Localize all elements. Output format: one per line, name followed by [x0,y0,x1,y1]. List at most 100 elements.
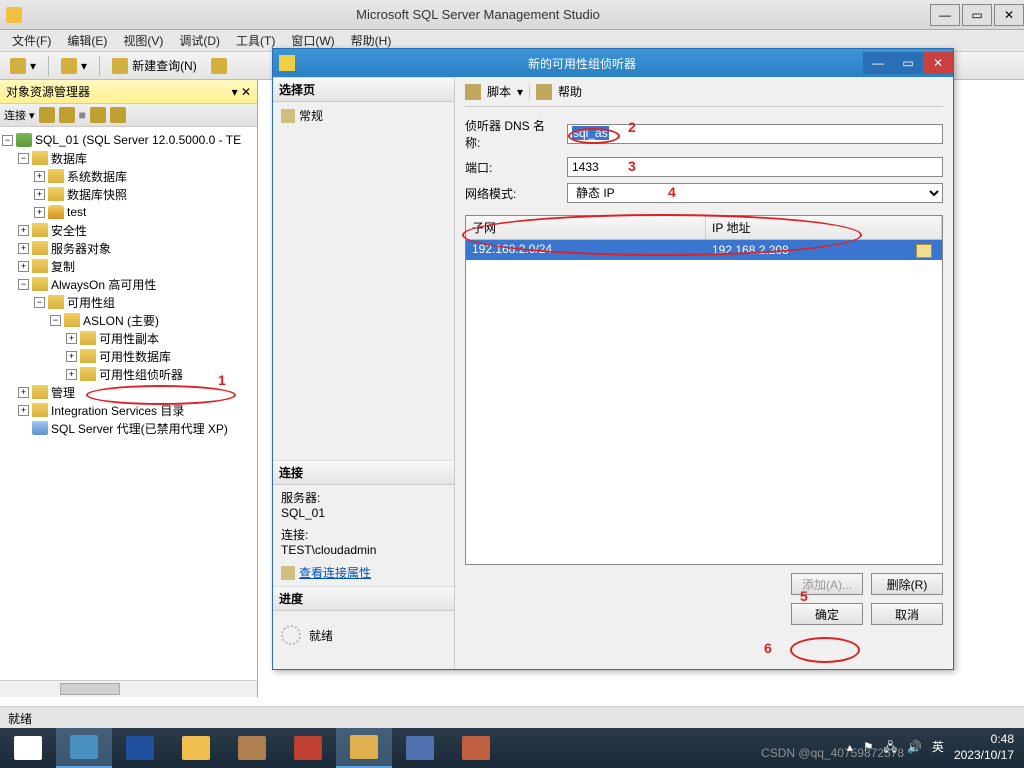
port-label: 端口: [465,159,559,176]
remove-button[interactable]: 删除(R) [871,573,943,595]
expand-icon[interactable]: − [2,135,13,146]
page-icon [281,109,295,123]
tree-replication[interactable]: 复制 [51,258,75,275]
tray-time[interactable]: 0:48 [954,732,1014,748]
script-button[interactable]: 脚本 [487,83,511,100]
taskbar-config[interactable] [224,728,280,768]
tray-date[interactable]: 2023/10/17 [954,748,1014,764]
panel-close-icon[interactable]: ✕ [241,85,251,99]
network-mode-select[interactable]: 静态 IP [567,183,943,203]
menu-debug[interactable]: 调试(D) [171,30,228,51]
dialog-close-button[interactable]: ✕ [923,52,953,74]
menu-view[interactable]: 视图(V) [115,30,171,51]
toolbar-forward[interactable]: ▾ [55,56,93,76]
status-ready: 就绪 [8,712,32,726]
expand-icon[interactable]: + [34,207,45,218]
folder-icon [48,295,64,309]
folder-icon [64,313,80,327]
expand-icon[interactable]: + [66,333,77,344]
menu-edit[interactable]: 编辑(E) [59,30,115,51]
main-window-title: Microsoft SQL Server Management Studio [28,7,928,22]
help-button[interactable]: 帮助 [558,83,582,100]
toolbar-back[interactable]: ▾ [4,56,42,76]
expand-icon[interactable]: + [18,261,29,272]
taskbar-ssms[interactable] [336,728,392,768]
script-icon [465,84,481,100]
page-general[interactable]: 常规 [299,107,323,124]
dialog-maximize-button[interactable]: ▭ [893,52,923,74]
subnet-row[interactable]: 192.168.2.0/24 192.168.2.208 [466,240,942,260]
oe-filter-icon[interactable] [110,107,126,123]
expand-icon[interactable]: + [18,243,29,254]
taskbar-file-explorer[interactable] [168,728,224,768]
tree-db-snapshot[interactable]: 数据库快照 [67,186,127,203]
expand-icon[interactable]: + [66,369,77,380]
add-remove-button-row: 添加(A)... 删除(R) [465,573,943,595]
oe-icon-1[interactable] [39,107,55,123]
connection-header: 连接 [273,460,454,485]
tree-security[interactable]: 安全性 [51,222,87,239]
tree-test-db[interactable]: test [67,205,86,219]
dialog-titlebar[interactable]: 新的可用性组侦听器 — ▭ ✕ [273,49,953,77]
expand-icon[interactable]: + [66,351,77,362]
taskbar-misc2[interactable] [448,728,504,768]
expand-icon[interactable]: − [50,315,61,326]
ok-button[interactable]: 确定 [791,603,863,625]
tree-replicas[interactable]: 可用性副本 [99,330,159,347]
object-explorer-tree[interactable]: −SQL_01 (SQL Server 12.0.5000.0 - TE −数据… [0,127,257,680]
port-input[interactable] [567,157,943,177]
cancel-button[interactable]: 取消 [871,603,943,625]
object-explorer-title: 对象资源管理器 [6,83,90,100]
folder-icon [32,223,48,237]
new-query-button[interactable]: 新建查询(N) [106,55,203,76]
tree-alwayson[interactable]: AlwaysOn 高可用性 [51,276,156,293]
taskbar-toolbox[interactable] [280,728,336,768]
connection-props-icon [281,566,295,580]
subnet-column-header[interactable]: 子网 [466,216,706,239]
tree-ag-group[interactable]: 可用性组 [67,294,115,311]
tree-sql-agent[interactable]: SQL Server 代理(已禁用代理 XP) [51,420,228,437]
expand-icon[interactable]: + [34,171,45,182]
expand-icon[interactable]: + [18,405,29,416]
edit-row-icon[interactable] [916,244,932,258]
tree-integration[interactable]: Integration Services 目录 [51,402,184,419]
connect-dropdown[interactable]: 连接 ▾ [4,107,35,123]
server-icon [16,133,32,147]
tray-ime[interactable]: 英 [932,740,944,756]
dns-name-input[interactable]: sql_as [567,124,943,144]
tree-sys-db[interactable]: 系统数据库 [67,168,127,185]
toolbar-open[interactable] [205,56,233,76]
view-connection-properties-link[interactable]: 查看连接属性 [299,564,371,581]
taskbar-misc1[interactable] [392,728,448,768]
scrollbar-thumb[interactable] [60,683,120,695]
expand-icon[interactable]: + [18,225,29,236]
close-button[interactable]: ✕ [994,4,1024,26]
tree-listeners[interactable]: 可用性组侦听器 [99,366,183,383]
oe-refresh-icon[interactable] [90,107,106,123]
dialog-minimize-button[interactable]: — [863,52,893,74]
menu-file[interactable]: 文件(F) [4,30,59,51]
minimize-button[interactable]: — [930,4,960,26]
tree-databases[interactable]: 数据库 [51,150,87,167]
tray-volume-icon[interactable]: 🔊 [907,740,922,756]
tree-aslon[interactable]: ASLON (主要) [83,312,159,329]
tree-server-objects[interactable]: 服务器对象 [51,240,111,257]
expand-icon[interactable]: − [34,297,45,308]
oe-icon-2[interactable] [59,107,75,123]
expand-icon[interactable]: + [18,387,29,398]
add-button[interactable]: 添加(A)... [791,573,863,595]
start-button[interactable] [0,728,56,768]
maximize-button[interactable]: ▭ [962,4,992,26]
tree-ag-databases[interactable]: 可用性数据库 [99,348,171,365]
tree-management[interactable]: 管理 [51,384,75,401]
tree-server-root[interactable]: SQL_01 (SQL Server 12.0.5000.0 - TE [35,133,241,147]
taskbar-server-manager[interactable] [56,728,112,768]
watermark: CSDN @qq_40759872578 [761,746,904,760]
taskbar-powershell[interactable] [112,728,168,768]
expand-icon[interactable]: − [18,153,29,164]
expand-icon[interactable]: + [34,189,45,200]
horizontal-scrollbar[interactable] [0,680,257,697]
ip-column-header[interactable]: IP 地址 [706,216,942,239]
panel-dropdown-icon[interactable]: ▾ [232,85,238,99]
expand-icon[interactable]: − [18,279,29,290]
